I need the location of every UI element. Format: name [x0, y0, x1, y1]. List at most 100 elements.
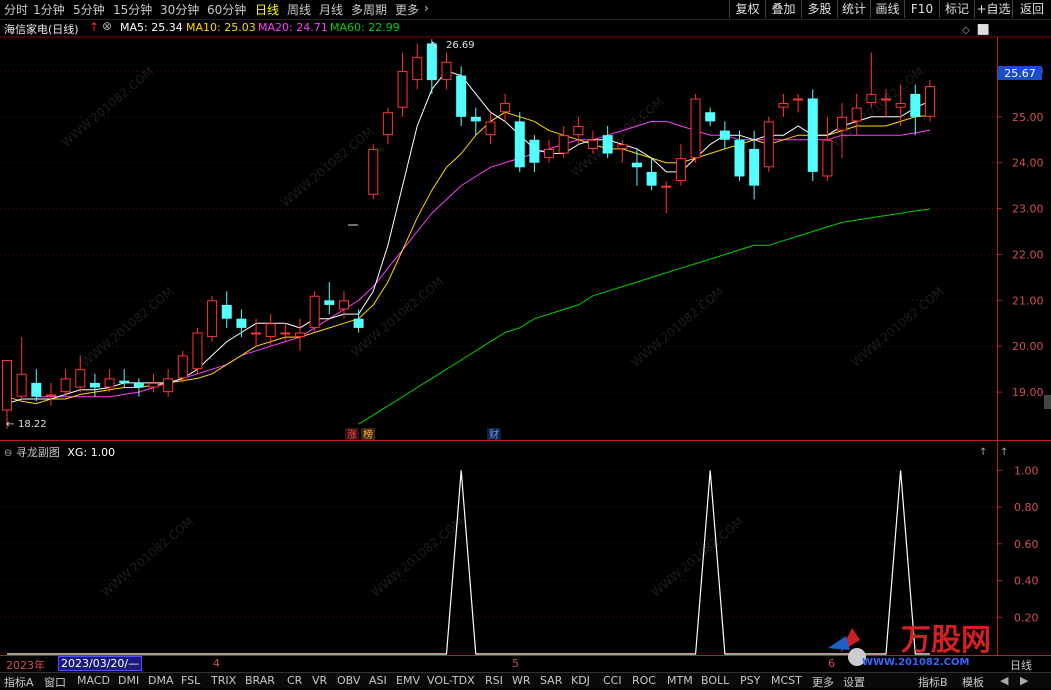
- sub-arrow-icon-2[interactable]: ↑: [1000, 447, 1008, 458]
- candle-body: [104, 378, 115, 388]
- candle-body: [60, 378, 71, 393]
- watermark-url: WWW.201082.COM: [862, 657, 970, 668]
- logo-blue-arrow-icon: [828, 636, 850, 650]
- ma-lines: [6, 70, 931, 425]
- y-tick-label: 20.00: [1012, 340, 1044, 353]
- tab-obv[interactable]: OBV: [337, 674, 360, 687]
- bang-marker[interactable]: 榜: [363, 428, 373, 441]
- candle-body: [280, 332, 291, 335]
- candle-body: [236, 318, 247, 328]
- candle-body: [456, 75, 467, 117]
- indicator-name: 寻龙副图: [15, 446, 60, 459]
- low-arrow-icon: ←: [6, 419, 14, 430]
- tab-indicator-b[interactable]: 指标B: [918, 674, 948, 690]
- expand-icon[interactable]: ⬜: [977, 23, 989, 36]
- tab-right-arrow-icon[interactable]: ▶: [1020, 674, 1028, 687]
- tab-fsl[interactable]: FSL: [181, 674, 200, 687]
- tab-left-arrow-icon[interactable]: ◀: [1000, 674, 1008, 687]
- candle-body: [778, 103, 789, 108]
- y-tick-label: 21.00: [1012, 294, 1044, 307]
- tab-wr[interactable]: WR: [512, 674, 531, 687]
- tab-dma[interactable]: DMA: [148, 674, 174, 687]
- date-cursor-box[interactable]: 2023/03/20/—: [58, 656, 143, 671]
- candles: [2, 39, 935, 429]
- candle-body: [45, 394, 56, 397]
- tab-roc[interactable]: ROC: [632, 674, 656, 687]
- candle-body: [675, 158, 686, 182]
- y-tick-label: 0.80: [1014, 501, 1039, 514]
- diamond-icon[interactable]: ◇: [962, 25, 970, 36]
- candle-body: [382, 112, 393, 136]
- candle-body: [793, 98, 804, 101]
- chart-area[interactable]: WWW.201082.COM WWW.201082.COM WWW.201082.C…: [0, 0, 1051, 687]
- watermark-text: WWW.201082.COM: [59, 64, 157, 149]
- watermark-text: WWW.201082.COM: [279, 124, 377, 209]
- candle-body: [119, 380, 130, 383]
- candle-body: [353, 318, 364, 328]
- price-axis: 26.0025.0024.0023.0022.0021.0020.0019.00: [998, 65, 1044, 399]
- indicator-dropdown-icon[interactable]: ⊖: [4, 448, 12, 459]
- candle-body: [485, 121, 496, 136]
- year-label: 2023年: [6, 659, 45, 672]
- tab-indicator-a[interactable]: 指标A: [4, 674, 34, 690]
- tab-kdj[interactable]: KDJ: [571, 674, 590, 687]
- tab-asi[interactable]: ASI: [369, 674, 387, 687]
- candle-body: [558, 135, 569, 154]
- tab-cci[interactable]: CCI: [603, 674, 622, 687]
- cai-marker[interactable]: 财: [489, 428, 499, 441]
- candle-body: [441, 61, 452, 81]
- tab-more[interactable]: 更多: [812, 674, 834, 690]
- ma20-line: [36, 120, 931, 398]
- tab-emv[interactable]: EMV: [396, 674, 420, 687]
- candle-body: [207, 300, 218, 338]
- candle-body: [529, 139, 540, 163]
- candle-body: [192, 332, 203, 370]
- y-tick-label: 24.00: [1012, 157, 1044, 170]
- tab-mcst[interactable]: MCST: [771, 674, 802, 687]
- candle-body: [734, 139, 745, 177]
- tab-cr[interactable]: CR: [287, 674, 302, 687]
- tab-settings[interactable]: 设置: [843, 674, 865, 690]
- candle-body: [89, 382, 100, 388]
- tab-window[interactable]: 窗口: [44, 674, 66, 690]
- tab-vol-tdx[interactable]: VOL-TDX: [427, 674, 475, 687]
- tab-template[interactable]: 模板: [962, 674, 984, 690]
- tab-macd[interactable]: MACD: [77, 674, 110, 687]
- candle-body: [368, 148, 379, 195]
- indicator-value: XG: 1.00: [67, 446, 116, 459]
- y-tick-label: 23.00: [1012, 203, 1044, 216]
- tab-boll[interactable]: BOLL: [701, 674, 729, 687]
- tab-sar[interactable]: SAR: [540, 674, 562, 687]
- candle-body: [221, 304, 232, 319]
- tab-trix[interactable]: TRIX: [211, 674, 236, 687]
- candle-body: [719, 130, 730, 140]
- zt-marker[interactable]: 涨: [347, 429, 357, 441]
- candle-body: [177, 355, 188, 379]
- candle-body: [866, 93, 877, 104]
- sub-arrow-icon[interactable]: ↑: [979, 447, 987, 458]
- candle-body: [397, 70, 408, 108]
- y-tick-label: 0.60: [1014, 538, 1039, 551]
- candle-body: [763, 121, 774, 168]
- watermark-text: WWW.201082.COM: [849, 284, 947, 369]
- candle-body: [881, 98, 891, 101]
- ma10-line: [6, 111, 931, 405]
- scroll-handle[interactable]: [1044, 395, 1051, 409]
- candle-body: [324, 300, 335, 305]
- tab-mtm[interactable]: MTM: [667, 674, 693, 687]
- tab-rsi[interactable]: RSI: [485, 674, 503, 687]
- low-price-label: 18.22: [18, 419, 47, 430]
- tab-brar[interactable]: BRAR: [245, 674, 275, 687]
- candle-body: [807, 98, 818, 172]
- candle-body: [602, 135, 613, 154]
- tab-psy[interactable]: PSY: [740, 674, 760, 687]
- indicator-tab-bar: 指标A 窗口 MACD DMI DMA FSL TRIX BRAR CR VR …: [0, 672, 1051, 690]
- candle-body: [749, 148, 760, 186]
- candle-body: [617, 144, 628, 149]
- candle-body: [163, 378, 174, 393]
- y-tick-label: 25.00: [1012, 111, 1044, 124]
- tab-vr[interactable]: VR: [312, 674, 327, 687]
- indicator-title-bar: ⊖ 寻龙副图 XG: 1.00: [4, 444, 115, 460]
- tab-dmi[interactable]: DMI: [118, 674, 139, 687]
- candle-body: [544, 148, 555, 159]
